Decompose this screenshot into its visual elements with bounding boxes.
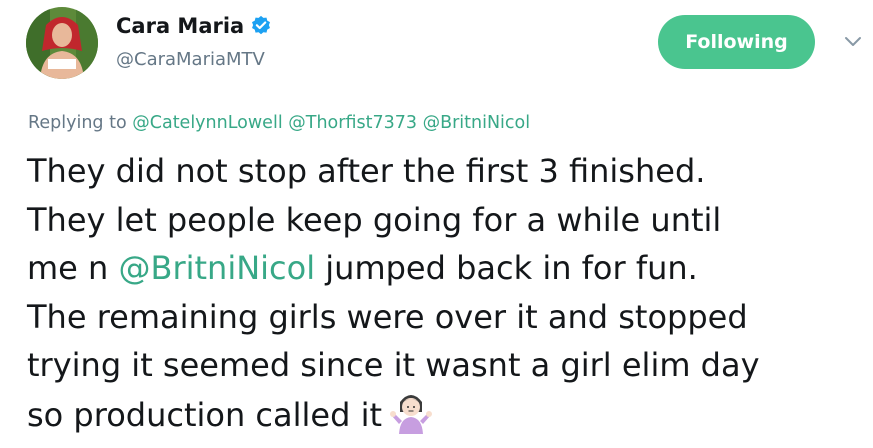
mention-link[interactable]: @BritniNicol bbox=[423, 113, 531, 133]
tweet-line: They let people keep going for a while u… bbox=[27, 200, 722, 239]
replying-to: Replying to @CatelynnLowell @Thorfist737… bbox=[28, 113, 530, 133]
verified-badge-icon bbox=[252, 15, 271, 35]
tweet-text-segment: me n bbox=[27, 249, 109, 287]
person-shrugging-emoji bbox=[390, 394, 433, 434]
mention-link[interactable]: @CatelynnLowell bbox=[132, 113, 282, 133]
tweet-line: so production called it bbox=[27, 390, 867, 439]
display-name[interactable]: Cara Maria bbox=[116, 14, 272, 38]
tweet-text-segment: so production called it bbox=[27, 395, 383, 434]
tweet-line: They did not stop after the first 3 fini… bbox=[27, 152, 706, 190]
following-button[interactable]: Following bbox=[658, 15, 815, 69]
tweet-text-segment: jumped back in for fun. bbox=[325, 249, 698, 287]
author-name: Cara Maria bbox=[116, 14, 245, 38]
tweet-line: me n @BritniNicol jumped back in for fun… bbox=[27, 244, 867, 293]
mention-link[interactable]: @BritniNicol bbox=[118, 249, 315, 287]
chevron-down-icon[interactable] bbox=[840, 32, 866, 52]
replying-to-label: Replying to bbox=[28, 113, 127, 133]
avatar[interactable] bbox=[26, 7, 98, 79]
profile-photo bbox=[26, 7, 98, 79]
author-handle[interactable]: @CaraMariaMTV bbox=[116, 49, 265, 70]
tweet-text: They did not stop after the first 3 fini… bbox=[27, 147, 867, 438]
tweet-line: trying it seemed since it wasnt a girl e… bbox=[27, 346, 760, 384]
tweet-line: The remaining girls were over it and sto… bbox=[27, 297, 748, 336]
mention-link[interactable]: @Thorfist7373 bbox=[288, 113, 417, 133]
